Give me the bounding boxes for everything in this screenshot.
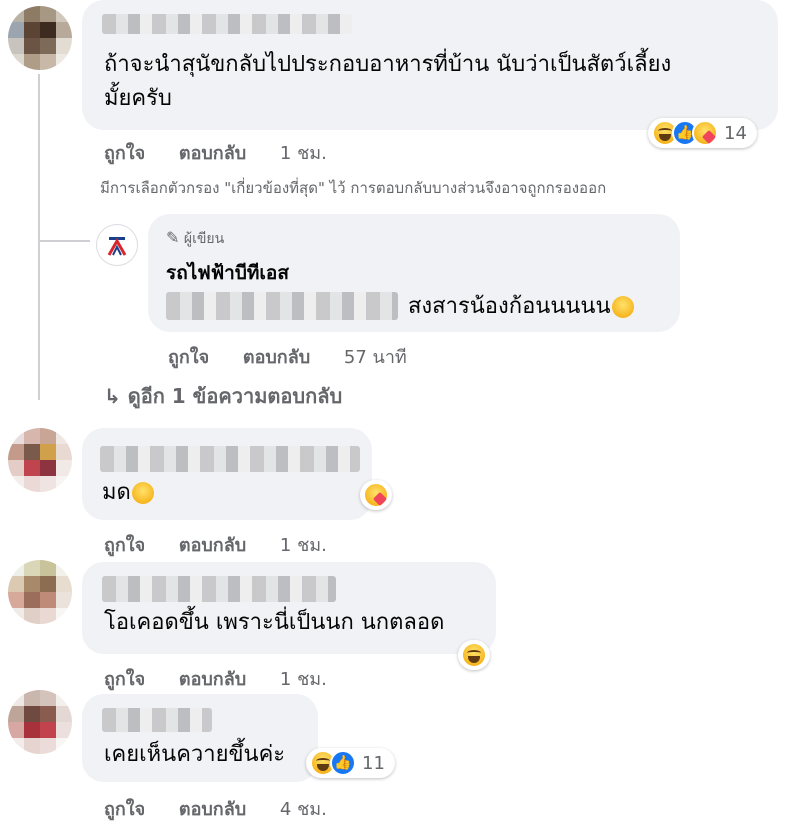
timestamp[interactable]: 57 นาที [344, 342, 407, 371]
filter-notice: มีการเลือกตัวกรอง "เกี่ยวข้องที่สุด" ไว้… [100, 179, 607, 197]
reply-bubble: ✎ ผู้เขียน รถไฟฟ้าบีทีเอส สงสารน้องก้อนน… [148, 214, 680, 332]
author-name-blurred[interactable] [102, 14, 352, 34]
comment-actions: ถูกใจ ตอบกลับ 1 ชม. [104, 530, 355, 559]
reaction-count: 14 [724, 122, 747, 144]
reaction-summary[interactable]: 👍 14 [648, 118, 757, 148]
like-button[interactable]: ถูกใจ [104, 664, 145, 693]
comment-bubble: มด [82, 428, 372, 520]
author-name-blurred[interactable] [102, 708, 212, 732]
timestamp[interactable]: 1 ชม. [280, 530, 327, 559]
reply-button[interactable]: ตอบกลับ [179, 530, 246, 559]
comment-actions: ถูกใจ ตอบกลับ 1 ชม. [104, 664, 355, 693]
haha-icon [461, 642, 487, 668]
reply-button[interactable]: ตอบกลับ [179, 138, 246, 167]
author-name-blurred[interactable] [102, 576, 336, 602]
avatar[interactable] [8, 428, 72, 492]
reaction-summary[interactable] [360, 480, 392, 510]
thread-line [38, 74, 40, 400]
avatar[interactable] [8, 6, 72, 70]
care-icon [363, 482, 389, 508]
reaction-count: 11 [362, 752, 385, 774]
reply-button[interactable]: ตอบกลับ [243, 342, 310, 371]
reaction-summary[interactable]: 👍 11 [306, 748, 395, 778]
reaction-summary[interactable] [458, 640, 490, 670]
more-replies-link[interactable]: ↳ ดูอีก 1 ข้อความตอบกลับ [104, 380, 342, 412]
like-button[interactable]: ถูกใจ [104, 794, 145, 823]
reply-button[interactable]: ตอบกลับ [179, 664, 246, 693]
reply-arrow-icon: ↳ [104, 384, 121, 408]
avatar[interactable] [8, 560, 72, 624]
comment-text: เคยเห็นควายขึ้นค่ะ [104, 742, 286, 767]
reply-button[interactable]: ตอบกลับ [179, 794, 246, 823]
author-badge: ✎ ผู้เขียน [166, 228, 224, 250]
comment-actions: ถูกใจ ตอบกลับ 4 ชม. [104, 794, 355, 823]
comment-text: โอเคอดขึ้น เพราะนี่เป็นนก นกตลอด [104, 610, 445, 635]
reply-text: สงสารน้องก้อนนนนน [408, 290, 634, 324]
like-button[interactable]: ถูกใจ [104, 530, 145, 559]
avatar[interactable] [8, 690, 72, 754]
thread-connector [38, 240, 90, 242]
timestamp[interactable]: 4 ชม. [280, 794, 327, 823]
reply-author-name[interactable]: รถไฟฟ้าบีทีเอส [166, 258, 289, 288]
timestamp[interactable]: 1 ชม. [280, 138, 327, 167]
reply-actions: ถูกใจ ตอบกลับ 57 นาที [168, 342, 435, 371]
comment-bubble: เคยเห็นควายขึ้นค่ะ [82, 694, 318, 782]
comment-text: มั้ยครับ [104, 86, 172, 111]
timestamp[interactable]: 1 ชม. [280, 664, 327, 693]
laughing-face-icon [131, 482, 154, 504]
like-button[interactable]: ถูกใจ [168, 342, 209, 371]
author-name-blurred[interactable] [100, 446, 360, 472]
care-icon [692, 120, 718, 146]
crying-face-icon [611, 296, 634, 318]
page-avatar[interactable] [96, 224, 138, 266]
pencil-icon: ✎ [166, 228, 180, 247]
like-button[interactable]: ถูกใจ [104, 138, 145, 167]
comment-text: มด [102, 476, 154, 510]
mentioned-name-blurred[interactable] [166, 292, 398, 320]
comment-bubble: ถ้าจะนำสุนัขกลับไปประกอบอาหารที่บ้าน นับ… [82, 0, 778, 130]
like-icon: 👍 [330, 750, 356, 776]
comment-bubble: โอเคอดขึ้น เพราะนี่เป็นนก นกตลอด [82, 562, 496, 654]
author-badge-label: ผู้เขียน [183, 231, 225, 247]
comment-text: ถ้าจะนำสุนัขกลับไปประกอบอาหารที่บ้าน นับ… [104, 52, 672, 77]
comment-actions: ถูกใจ ตอบกลับ 1 ชม. [104, 138, 355, 167]
